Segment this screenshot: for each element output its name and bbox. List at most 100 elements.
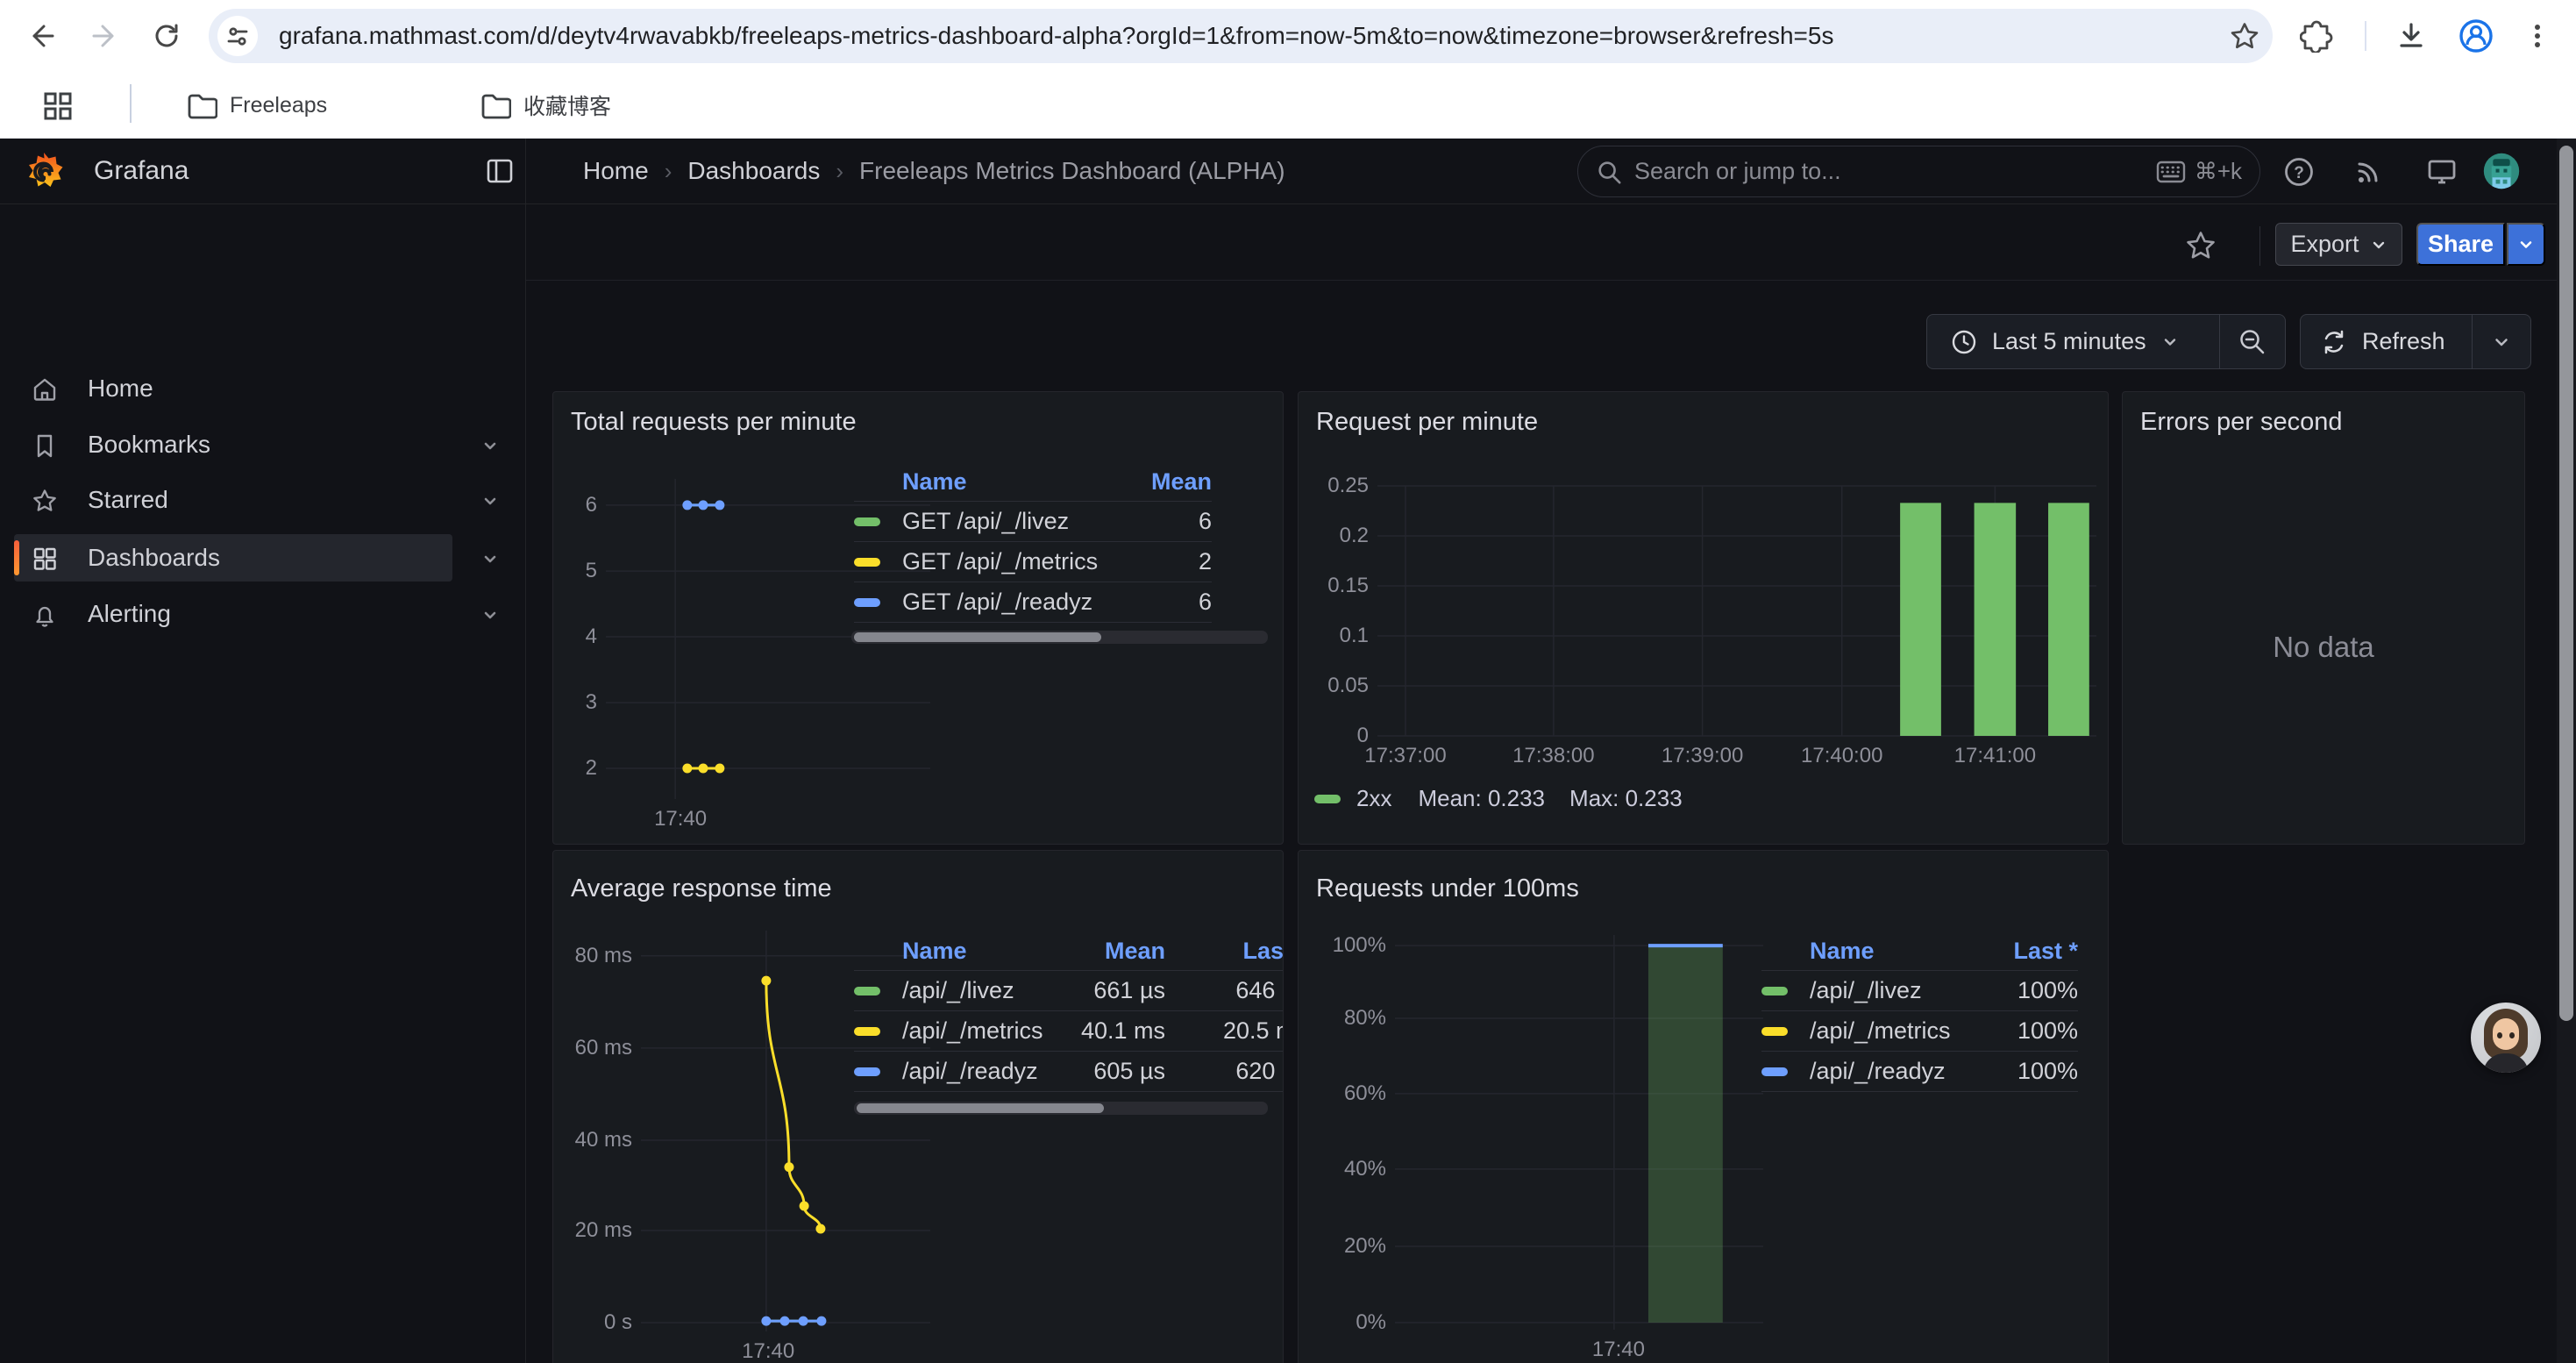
- sidebar-nav: Home Bookmarks Starred Dashboards Alerti…: [0, 204, 526, 1363]
- reload-icon[interactable]: [146, 16, 187, 56]
- share-button[interactable]: Share: [2416, 223, 2505, 266]
- chevron-down-icon[interactable]: [479, 603, 502, 626]
- bookmark-icon: [32, 432, 58, 459]
- legend-hscrollbar[interactable]: [851, 631, 1268, 644]
- legend-series-last: 620 µs: [1165, 1051, 1284, 1091]
- chevron-down-icon: [2160, 332, 2180, 352]
- x-axis-tick: 17:40: [707, 1338, 829, 1363]
- y-axis-tick: 0.05: [1299, 673, 1369, 699]
- legend-series-mean: 2: [1098, 541, 1212, 582]
- bookmark-folder-blogs[interactable]: 收藏博客: [466, 79, 625, 132]
- legend-header-name[interactable]: Name: [1810, 931, 2003, 970]
- breadcrumb-home[interactable]: Home: [583, 157, 649, 185]
- bell-icon: [32, 602, 58, 628]
- sidebar-item-dashboards[interactable]: Dashboards: [0, 534, 526, 582]
- search-input[interactable]: Search or jump to... ⌘+k: [1577, 146, 2260, 197]
- address-bar[interactable]: grafana.mathmast.com/d/deytv4rwavabkb/fr…: [209, 9, 2273, 63]
- legend-series-label[interactable]: GET /api/_/livez: [902, 501, 1098, 541]
- legend-series-label[interactable]: /api/_/metrics: [1810, 1010, 2003, 1051]
- y-axis-tick: 40 ms: [553, 1127, 632, 1153]
- site-settings-icon[interactable]: [217, 16, 258, 56]
- sidebar-toggle-icon[interactable]: [482, 153, 517, 189]
- keyboard-icon: [2156, 161, 2186, 183]
- legend-header-last[interactable]: Last *: [2003, 931, 2078, 970]
- breadcrumb-dashboards[interactable]: Dashboards: [687, 157, 820, 185]
- sidebar-item-label: Dashboards: [88, 534, 220, 582]
- forward-icon[interactable]: [85, 16, 125, 56]
- floating-assistant-avatar[interactable]: [2471, 1003, 2541, 1073]
- sidebar-item-dashboards-wrap: [0, 462, 526, 510]
- panel-errors-per-second: Errors per second No data: [2122, 391, 2525, 845]
- x-axis-tick: 17:39:00: [1641, 743, 1764, 769]
- profile-avatar-icon[interactable]: [2456, 16, 2496, 56]
- legend-series-label[interactable]: GET /api/_/metrics: [902, 541, 1098, 582]
- y-axis-tick: 60%: [1316, 1081, 1386, 1107]
- export-button[interactable]: Export: [2275, 223, 2402, 266]
- refresh-icon: [2320, 328, 2348, 356]
- apps-grid-icon[interactable]: [41, 89, 75, 123]
- y-axis-tick: 0.2: [1299, 523, 1369, 549]
- refresh-interval-button[interactable]: [2473, 332, 2530, 353]
- y-axis-tick: 3: [553, 689, 597, 716]
- y-axis-tick: 6: [553, 492, 597, 518]
- legend-series-mean: 6: [1098, 582, 1212, 622]
- legend-table: Name Mean Last * /api/_/livez 661 µs 646…: [854, 931, 1284, 1092]
- browser-menu-icon[interactable]: [2522, 16, 2553, 56]
- breadcrumb-separator: ›: [836, 158, 843, 185]
- series-swatch: [854, 987, 880, 995]
- legend-series-label[interactable]: /api/_/livez: [1810, 970, 2003, 1010]
- url-text[interactable]: grafana.mathmast.com/d/deytv4rwavabkb/fr…: [279, 9, 1833, 63]
- chevron-down-icon[interactable]: [479, 434, 502, 457]
- news-rss-icon[interactable]: [2350, 153, 2387, 190]
- sidebar-item-label: Bookmarks: [88, 421, 210, 468]
- legend-series-label[interactable]: /api/_/readyz: [1810, 1051, 2003, 1091]
- sidebar-item-home[interactable]: Home: [0, 365, 526, 412]
- legend-header-name[interactable]: Name: [902, 462, 1098, 501]
- legend-series-mean: 40.1 ms: [1051, 1010, 1165, 1051]
- legend-series-last: 100%: [2003, 1010, 2078, 1051]
- legend-hscrollbar[interactable]: [854, 1102, 1268, 1115]
- legend-series-label[interactable]: GET /api/_/readyz: [902, 582, 1098, 622]
- chevron-down-icon[interactable]: [479, 547, 502, 570]
- panel-title[interactable]: Errors per second: [2140, 408, 2343, 437]
- legend-series-label[interactable]: /api/_/livez: [902, 970, 1051, 1010]
- breadcrumb-separator: ›: [665, 158, 672, 185]
- legend-max: Max: 0.233: [1569, 785, 1683, 812]
- zoom-out-button[interactable]: [2220, 327, 2285, 357]
- grafana-logo-icon[interactable]: [23, 151, 65, 193]
- user-avatar[interactable]: [2483, 153, 2520, 189]
- toolbar-divider: [2365, 21, 2366, 51]
- page-scrollbar[interactable]: [2557, 139, 2576, 1363]
- legend-header-mean[interactable]: Mean: [1098, 462, 1212, 501]
- bookmark-folder-freeleaps[interactable]: Freeleaps: [172, 79, 341, 132]
- refresh-group: Refresh: [2300, 314, 2531, 369]
- share-menu-button[interactable]: [2507, 223, 2545, 266]
- back-icon[interactable]: [21, 16, 61, 56]
- chevron-down-icon: [2516, 235, 2536, 254]
- bookmark-folder-label: Freeleaps: [230, 93, 327, 118]
- series-swatch: [854, 517, 880, 526]
- monitor-icon[interactable]: [2423, 153, 2460, 190]
- sidebar-item-label: Alerting: [88, 590, 171, 638]
- scrollbar-thumb[interactable]: [2559, 146, 2573, 1021]
- legend-header-last[interactable]: Last *: [1165, 931, 1284, 970]
- bookmark-star-icon[interactable]: [2229, 20, 2260, 52]
- chevron-down-icon: [2370, 236, 2387, 253]
- x-axis-tick: 17:37:00: [1344, 743, 1467, 769]
- legend-series-label[interactable]: /api/_/readyz: [902, 1051, 1051, 1091]
- legend-series-label[interactable]: 2xx: [1356, 785, 1391, 812]
- sidebar-item-alerting[interactable]: Alerting: [0, 590, 526, 638]
- time-range-picker[interactable]: Last 5 minutes: [1927, 328, 2219, 356]
- legend-header-name[interactable]: Name: [902, 931, 1051, 970]
- sidebar-item-bookmarks[interactable]: Bookmarks: [0, 421, 526, 468]
- favorite-star-icon[interactable]: [2184, 229, 2217, 262]
- refresh-button[interactable]: Refresh: [2301, 328, 2472, 356]
- extensions-icon[interactable]: [2300, 16, 2333, 56]
- x-axis-tick: 17:40: [619, 806, 742, 832]
- legend-series-mean: 6: [1098, 501, 1212, 541]
- legend-series-label[interactable]: /api/_/metrics: [902, 1010, 1051, 1051]
- legend-header-mean[interactable]: Mean: [1051, 931, 1165, 970]
- help-icon[interactable]: ?: [2281, 153, 2317, 190]
- downloads-icon[interactable]: [2394, 16, 2429, 56]
- zoom-out-icon: [2238, 327, 2267, 357]
